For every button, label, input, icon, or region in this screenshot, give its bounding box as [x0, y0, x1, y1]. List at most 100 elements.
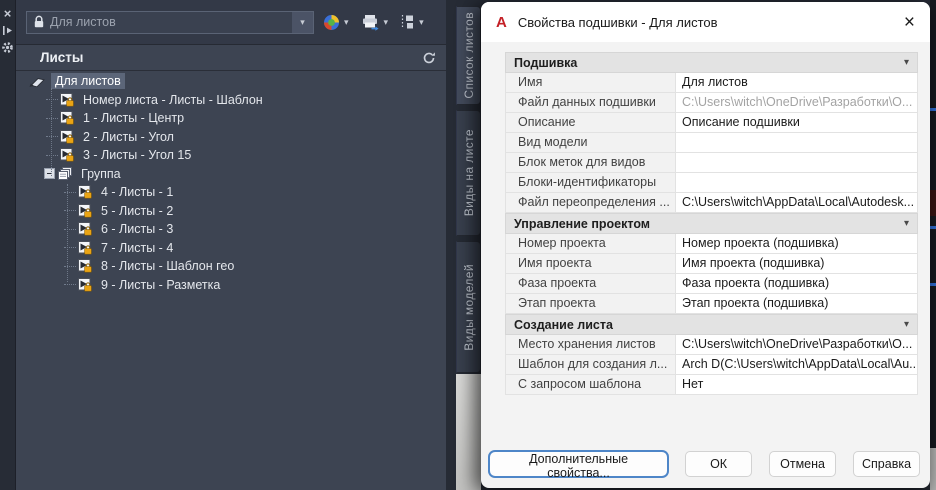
gear-icon[interactable] — [0, 39, 15, 56]
sheet-icon — [78, 222, 92, 236]
combo-dropdown-button[interactable]: ▾ — [292, 12, 313, 33]
property-value[interactable]: Описание подшивки — [676, 113, 917, 132]
expand-box[interactable] — [44, 168, 55, 179]
property-label: Шаблон для создания л... — [506, 355, 676, 374]
sheet-icon — [60, 111, 74, 125]
tree-item[interactable]: 2 - Листы - Угол — [18, 128, 444, 147]
property-value[interactable]: Для листов — [676, 73, 917, 92]
tree-item-label: 1 - Листы - Центр — [79, 110, 188, 126]
sheet-icon — [60, 130, 74, 144]
chevron-down-icon: ▾ — [381, 18, 392, 27]
property-label: Файл переопределения ... — [506, 193, 676, 212]
tree-item[interactable]: Номер листа - Листы - Шаблон — [18, 91, 444, 110]
dialog-button-row: Дополнительные свойства... ОК Отмена Спр… — [489, 451, 920, 477]
tab-model-views[interactable]: Виды моделей — [456, 241, 481, 373]
close-icon[interactable]: × — [0, 5, 15, 22]
property-value[interactable] — [676, 133, 917, 152]
ok-button[interactable]: ОК — [685, 451, 752, 477]
property-value[interactable]: Нет — [676, 375, 917, 394]
additional-properties-button[interactable]: Дополнительные свойства... — [489, 451, 668, 477]
tree-item-label: 2 - Листы - Угол — [79, 129, 178, 145]
tree-item-label: 5 - Листы - 2 — [97, 203, 177, 219]
property-label: Фаза проекта — [506, 274, 676, 293]
tree-item[interactable]: 4 - Листы - 1 — [18, 183, 444, 202]
autocad-logo-icon: A — [496, 14, 507, 31]
close-icon[interactable]: × — [904, 13, 915, 32]
section-title: Подшивка — [514, 56, 577, 70]
section-header[interactable]: Подшивка ▾ — [505, 52, 918, 73]
tree-item[interactable]: 9 - Листы - Разметка — [18, 276, 444, 295]
plot-icon — [361, 14, 380, 31]
tree-item[interactable]: Для листов — [18, 72, 444, 91]
tab-label: Виды моделей — [462, 264, 476, 351]
sheet-icon — [78, 278, 92, 292]
chevron-down-icon: ▾ — [416, 18, 427, 27]
property-row: Файл переопределения ... C:\Users\witch\… — [505, 193, 918, 213]
property-grid: Подшивка ▾ Имя Для листов Файл данных по… — [505, 52, 918, 395]
sheet-details-button[interactable]: ▾ — [400, 14, 427, 30]
property-value[interactable] — [676, 153, 917, 172]
property-row: Вид модели — [505, 133, 918, 153]
tree-item[interactable]: Группа — [18, 165, 444, 184]
property-row: Блоки-идентификаторы — [505, 173, 918, 193]
tree-item-label: 4 - Листы - 1 — [97, 184, 177, 200]
tree-connector — [46, 118, 58, 119]
tree-connector — [64, 192, 76, 193]
refresh-icon[interactable] — [422, 51, 436, 65]
property-row: Фаза проекта Фаза проекта (подшивка) — [505, 274, 918, 294]
details-icon — [400, 14, 415, 30]
tree-item[interactable]: 1 - Листы - Центр — [18, 109, 444, 128]
cancel-button[interactable]: Отмена — [769, 451, 836, 477]
tree-item[interactable]: 6 - Листы - 3 — [18, 220, 444, 239]
property-value[interactable]: Arch D(C:\Users\witch\AppData\Local\Au..… — [676, 355, 917, 374]
section-title: Создание листа — [514, 318, 613, 332]
tree-connector — [46, 99, 58, 100]
tree-connector — [64, 284, 76, 285]
tree-item-label: 7 - Листы - 4 — [97, 240, 177, 256]
tree-connector — [64, 210, 76, 211]
group-icon — [58, 167, 72, 180]
publish-web-icon — [323, 14, 340, 31]
sheet-set-combo[interactable]: Для листов ▾ — [26, 11, 314, 34]
tree-item-label: 8 - Листы - Шаблон гео — [97, 258, 238, 274]
property-label: Номер проекта — [506, 234, 676, 253]
tree-item-label: Номер листа - Листы - Шаблон — [79, 92, 267, 108]
tree-item[interactable]: 3 - Листы - Угол 15 — [18, 146, 444, 165]
tree-guide-line — [67, 184, 68, 282]
sheets-panel-title: Листы — [40, 50, 83, 65]
property-value[interactable]: Фаза проекта (подшивка) — [676, 274, 917, 293]
pin-icon[interactable] — [0, 22, 15, 39]
publish-plot-button[interactable]: ▾ — [361, 14, 392, 31]
tree-item[interactable]: 5 - Листы - 2 — [18, 202, 444, 221]
lock-icon — [33, 15, 45, 29]
tree-guide-line — [51, 88, 52, 176]
tree-connector — [64, 247, 76, 248]
tab-sheet-list[interactable]: Список листов — [456, 6, 481, 105]
property-label: Файл данных подшивки — [506, 93, 676, 112]
property-value[interactable]: Номер проекта (подшивка) — [676, 234, 917, 253]
property-row: Место хранения листов C:\Users\witch\One… — [505, 335, 918, 355]
section-header[interactable]: Создание листа ▾ — [505, 314, 918, 335]
sheets-panel-header: Листы — [16, 45, 446, 71]
property-label: Блок меток для видов — [506, 153, 676, 172]
dialog-title: Свойства подшивки - Для листов — [518, 15, 718, 30]
property-value[interactable]: Имя проекта (подшивка) — [676, 254, 917, 273]
tree-item[interactable]: 8 - Листы - Шаблон гео — [18, 257, 444, 276]
property-value[interactable]: Этап проекта (подшивка) — [676, 294, 917, 313]
property-row: Блок меток для видов — [505, 153, 918, 173]
property-value[interactable]: C:\Users\witch\AppData\Local\Autodesk... — [676, 193, 917, 212]
property-value[interactable] — [676, 173, 917, 192]
sheet-icon — [78, 185, 92, 199]
section-header[interactable]: Управление проектом ▾ — [505, 213, 918, 234]
help-button[interactable]: Справка — [853, 451, 920, 477]
canvas-line — [930, 226, 936, 229]
tree-item-label: 6 - Листы - 3 — [97, 221, 177, 237]
section-title: Управление проектом — [514, 217, 650, 231]
tree-item[interactable]: 7 - Листы - 4 — [18, 239, 444, 258]
tree-connector — [46, 136, 58, 137]
property-value[interactable]: C:\Users\witch\OneDrive\Разработки\О... — [676, 93, 917, 112]
tab-sheet-views[interactable]: Виды на листе — [456, 110, 481, 236]
property-label: Место хранения листов — [506, 335, 676, 354]
publish-web-button[interactable]: ▾ — [323, 14, 352, 31]
property-value[interactable]: C:\Users\witch\OneDrive\Разработки\О... — [676, 335, 917, 354]
